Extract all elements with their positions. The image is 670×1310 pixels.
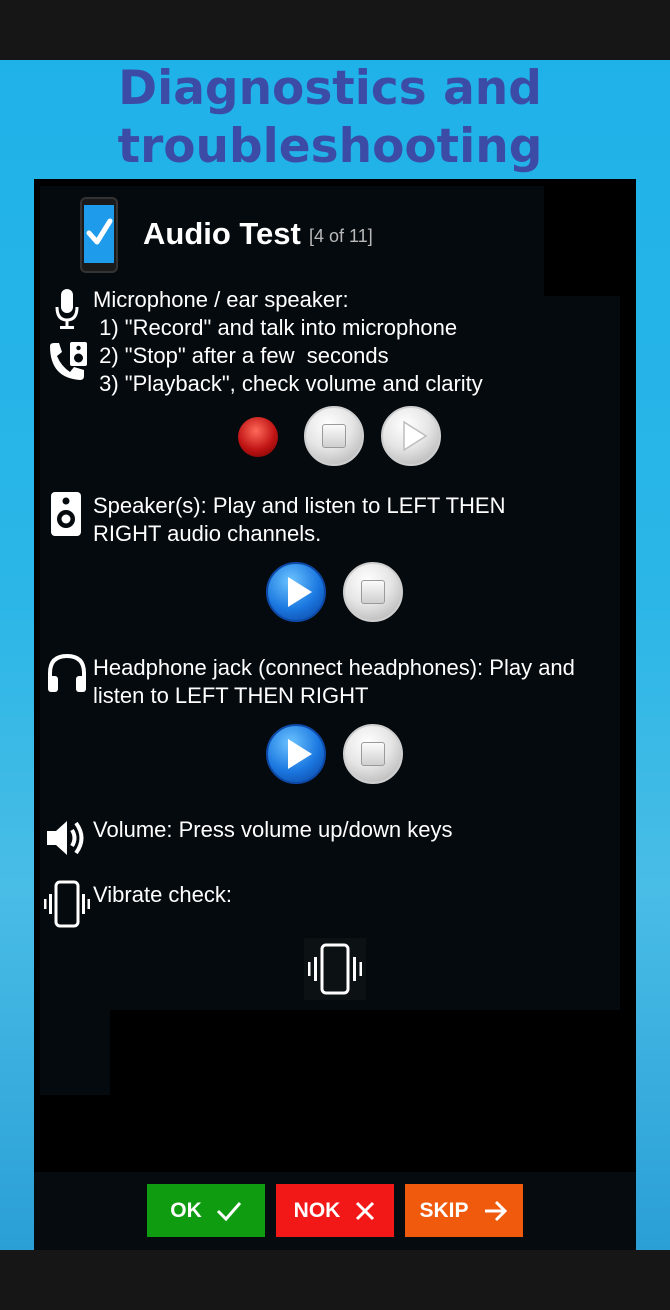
volume-text: Volume: Press volume up/down keys <box>93 817 453 842</box>
headphone-play-button[interactable] <box>266 724 326 784</box>
mic-stop-button[interactable] <box>304 406 364 466</box>
headphone-text-1: Headphone jack (connect headphones): Pla… <box>93 655 575 680</box>
microphone-heading: Microphone / ear speaker: <box>93 287 349 312</box>
microphone-step-1: 1) "Record" and talk into microphone <box>93 315 458 340</box>
panel-corner <box>544 186 636 296</box>
microphone-icon <box>54 288 80 330</box>
record-button[interactable] <box>238 417 278 457</box>
vibrate-button[interactable] <box>304 938 366 1000</box>
speaker-text-1: Speaker(s): Play and listen to LEFT THEN <box>93 493 506 518</box>
speaker-stop-button[interactable] <box>343 562 403 622</box>
volume-icon <box>45 817 89 859</box>
headline-line-1: Diagnostics and <box>118 61 542 116</box>
ok-button[interactable]: OK <box>147 1184 265 1237</box>
test-title: Audio Test <box>143 216 301 251</box>
panel-edge <box>620 486 636 910</box>
page-headline: Diagnostics and troubleshooting <box>0 60 660 176</box>
headphone-stop-button[interactable] <box>343 724 403 784</box>
check-icon <box>216 1201 241 1221</box>
vibrate-text: Vibrate check: <box>93 882 233 907</box>
status-bar <box>0 0 670 60</box>
speaker-play-button[interactable] <box>266 562 326 622</box>
skip-label: SKIP <box>419 1198 469 1222</box>
ok-label: OK <box>170 1198 202 1222</box>
speaker-text-2: RIGHT audio channels. <box>93 521 322 546</box>
headphone-text-2: listen to LEFT THEN RIGHT <box>93 683 369 708</box>
test-counter: [4 of 11] <box>309 226 373 246</box>
speaker-icon <box>50 491 82 537</box>
phone-check-icon <box>80 197 118 273</box>
close-icon <box>356 1201 375 1220</box>
arrow-right-icon <box>484 1200 507 1221</box>
microphone-step-3: 3) "Playback", check volume and clarity <box>93 371 483 396</box>
skip-button[interactable]: SKIP <box>405 1184 523 1237</box>
panel-lower <box>40 1010 110 1095</box>
vibrate-icon <box>42 878 92 930</box>
navigation-bar <box>0 1250 670 1310</box>
headphones-icon <box>46 652 88 694</box>
nok-label: NOK <box>293 1198 341 1222</box>
playback-button[interactable] <box>381 406 441 466</box>
headline-line-2: troubleshooting <box>117 119 543 174</box>
phone-speaker-icon <box>46 340 90 384</box>
nok-button[interactable]: NOK <box>276 1184 394 1237</box>
microphone-step-2: 2) "Stop" after a few seconds <box>93 343 389 368</box>
